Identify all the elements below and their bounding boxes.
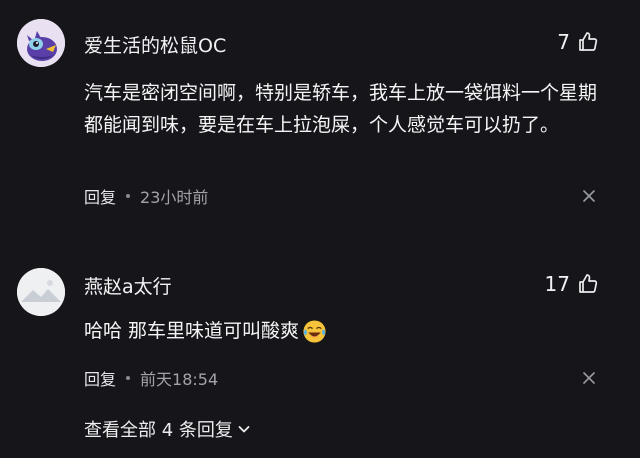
reply-button[interactable]: 回复	[84, 366, 116, 390]
timestamp: 23小时前	[140, 188, 209, 207]
like-button[interactable]: 17	[545, 272, 600, 296]
comment-text: 汽车是密闭空间啊，特别是轿车，我车上放一袋饵料一个星期都能闻到味，要是在车上拉泡…	[84, 82, 598, 136]
reply-button[interactable]: 回复	[84, 184, 116, 208]
separator-dot	[126, 194, 131, 198]
comment-meta: 回复 前天18:54	[84, 366, 218, 390]
thumbs-up-icon	[579, 274, 598, 293]
comment-text: 哈哈 那车里味道可叫酸爽	[84, 320, 300, 342]
view-all-replies-button[interactable]: 查看全部 4 条回复	[84, 416, 251, 442]
close-icon[interactable]	[582, 371, 596, 385]
comment-section: 爱生活的松鼠OC 7 汽车是密闭空间啊，特别是轿车，我车上放一袋饵料一个星期都能…	[0, 0, 640, 458]
avatar[interactable]	[17, 19, 65, 67]
view-all-replies-label: 查看全部 4 条回复	[84, 420, 233, 441]
scrollbar[interactable]	[634, 0, 640, 458]
laughing-crying-emoji-icon	[303, 319, 326, 343]
avatar[interactable]	[17, 268, 65, 316]
like-count: 7	[557, 30, 570, 54]
like-count: 17	[544, 272, 570, 296]
comment-item: 爱生活的松鼠OC 7 汽车是密闭空间啊，特别是轿车，我车上放一袋饵料一个星期都能…	[0, 0, 640, 236]
timestamp: 前天18:54	[140, 370, 219, 389]
landscape-avatar-icon	[17, 268, 65, 316]
thumbs-up-icon	[579, 32, 598, 51]
comment-text-row: 哈哈 那车里味道可叫酸爽	[84, 315, 604, 347]
comment-meta: 回复 23小时前	[84, 184, 208, 208]
comment-item: 燕赵a太行 17 哈哈 那车里味道可叫酸爽 回复 前天18:54	[0, 236, 640, 408]
like-button[interactable]: 7	[557, 30, 600, 54]
bird-avatar-icon	[17, 19, 65, 67]
separator-dot	[126, 376, 131, 380]
username[interactable]: 燕赵a太行	[84, 272, 172, 299]
chevron-down-icon	[238, 426, 250, 433]
close-icon[interactable]	[582, 189, 596, 203]
username[interactable]: 爱生活的松鼠OC	[84, 31, 226, 58]
